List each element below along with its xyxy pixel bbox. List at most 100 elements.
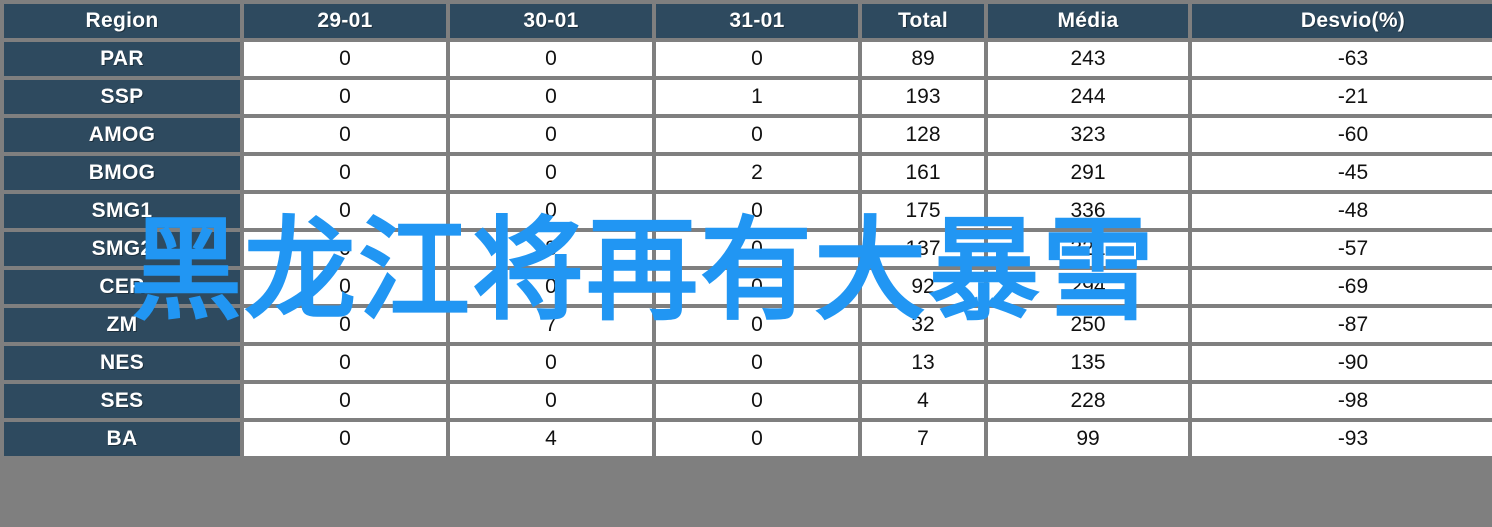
table-row: PAR 0 0 0 89 243 -63 (4, 42, 1492, 76)
cell-31-01: 0 (656, 308, 858, 342)
table-row: SES 0 0 0 4 228 -98 (4, 384, 1492, 418)
cell-29-01: 0 (244, 384, 446, 418)
column-header-total[interactable]: Total (862, 4, 984, 38)
cell-region: BA (4, 422, 240, 456)
cell-media: 336 (988, 194, 1188, 228)
cell-30-01: 7 (450, 308, 652, 342)
table-row: SMG1 0 0 0 175 336 -48 (4, 194, 1492, 228)
cell-31-01: 2 (656, 156, 858, 190)
cell-31-01: 0 (656, 346, 858, 380)
cell-30-01: 0 (450, 118, 652, 152)
cell-region: ZM (4, 308, 240, 342)
cell-total: 193 (862, 80, 984, 114)
table-body: PAR 0 0 0 89 243 -63 SSP 0 0 1 193 244 -… (4, 42, 1492, 456)
cell-desvio: -93 (1192, 422, 1492, 456)
table-row: BA 0 4 0 7 99 -93 (4, 422, 1492, 456)
table-row: ZM 0 7 0 32 250 -87 (4, 308, 1492, 342)
cell-region: PAR (4, 42, 240, 76)
cell-media: 250 (988, 308, 1188, 342)
rainfall-summary-table: Region 29-01 30-01 31-01 Total Média Des… (0, 0, 1492, 460)
table-row: SMG2 0 8 0 137 321 -57 (4, 232, 1492, 266)
cell-media: 323 (988, 118, 1188, 152)
column-header-30-01[interactable]: 30-01 (450, 4, 652, 38)
header-row: Region 29-01 30-01 31-01 Total Média Des… (4, 4, 1492, 38)
cell-desvio: -45 (1192, 156, 1492, 190)
cell-desvio: -21 (1192, 80, 1492, 114)
cell-30-01: 4 (450, 422, 652, 456)
column-header-media[interactable]: Média (988, 4, 1188, 38)
cell-total: 7 (862, 422, 984, 456)
cell-29-01: 0 (244, 308, 446, 342)
cell-31-01: 0 (656, 118, 858, 152)
cell-total: 92 (862, 270, 984, 304)
cell-31-01: 0 (656, 194, 858, 228)
cell-total: 137 (862, 232, 984, 266)
cell-30-01: 8 (450, 232, 652, 266)
cell-desvio: -69 (1192, 270, 1492, 304)
column-header-31-01[interactable]: 31-01 (656, 4, 858, 38)
cell-media: 321 (988, 232, 1188, 266)
cell-region: SMG1 (4, 194, 240, 228)
table-row: SSP 0 0 1 193 244 -21 (4, 80, 1492, 114)
table-row: BMOG 0 0 2 161 291 -45 (4, 156, 1492, 190)
cell-desvio: -87 (1192, 308, 1492, 342)
cell-media: 244 (988, 80, 1188, 114)
cell-region: CER (4, 270, 240, 304)
cell-region: SMG2 (4, 232, 240, 266)
cell-29-01: 0 (244, 270, 446, 304)
cell-region: SES (4, 384, 240, 418)
cell-30-01: 0 (450, 384, 652, 418)
cell-30-01: 0 (450, 80, 652, 114)
cell-29-01: 0 (244, 118, 446, 152)
table-header: Region 29-01 30-01 31-01 Total Média Des… (4, 4, 1492, 38)
cell-29-01: 0 (244, 156, 446, 190)
cell-total: 13 (862, 346, 984, 380)
cell-30-01: 0 (450, 346, 652, 380)
column-header-29-01[interactable]: 29-01 (244, 4, 446, 38)
cell-media: 99 (988, 422, 1188, 456)
cell-total: 128 (862, 118, 984, 152)
cell-31-01: 0 (656, 422, 858, 456)
cell-total: 32 (862, 308, 984, 342)
cell-media: 291 (988, 156, 1188, 190)
cell-desvio: -98 (1192, 384, 1492, 418)
cell-media: 135 (988, 346, 1188, 380)
cell-media: 243 (988, 42, 1188, 76)
cell-region: AMOG (4, 118, 240, 152)
cell-31-01: 0 (656, 384, 858, 418)
cell-31-01: 0 (656, 42, 858, 76)
cell-31-01: 0 (656, 270, 858, 304)
cell-31-01: 1 (656, 80, 858, 114)
cell-total: 161 (862, 156, 984, 190)
cell-desvio: -57 (1192, 232, 1492, 266)
cell-region: BMOG (4, 156, 240, 190)
cell-30-01: 0 (450, 156, 652, 190)
cell-desvio: -60 (1192, 118, 1492, 152)
cell-desvio: -90 (1192, 346, 1492, 380)
cell-29-01: 0 (244, 42, 446, 76)
cell-region: NES (4, 346, 240, 380)
cell-29-01: 0 (244, 346, 446, 380)
cell-31-01: 0 (656, 232, 858, 266)
cell-29-01: 0 (244, 232, 446, 266)
cell-30-01: 0 (450, 42, 652, 76)
cell-29-01: 0 (244, 80, 446, 114)
cell-media: 294 (988, 270, 1188, 304)
table-row: NES 0 0 0 13 135 -90 (4, 346, 1492, 380)
table-row: AMOG 0 0 0 128 323 -60 (4, 118, 1492, 152)
column-header-desvio[interactable]: Desvio(%) (1192, 4, 1492, 38)
cell-desvio: -63 (1192, 42, 1492, 76)
cell-media: 228 (988, 384, 1188, 418)
cell-29-01: 0 (244, 422, 446, 456)
cell-30-01: 0 (450, 194, 652, 228)
cell-29-01: 0 (244, 194, 446, 228)
cell-total: 175 (862, 194, 984, 228)
cell-region: SSP (4, 80, 240, 114)
cell-desvio: -48 (1192, 194, 1492, 228)
table-row: CER 0 0 0 92 294 -69 (4, 270, 1492, 304)
cell-total: 4 (862, 384, 984, 418)
column-header-region[interactable]: Region (4, 4, 240, 38)
table-screenshot: Region 29-01 30-01 31-01 Total Média Des… (0, 0, 1492, 527)
cell-total: 89 (862, 42, 984, 76)
cell-30-01: 0 (450, 270, 652, 304)
